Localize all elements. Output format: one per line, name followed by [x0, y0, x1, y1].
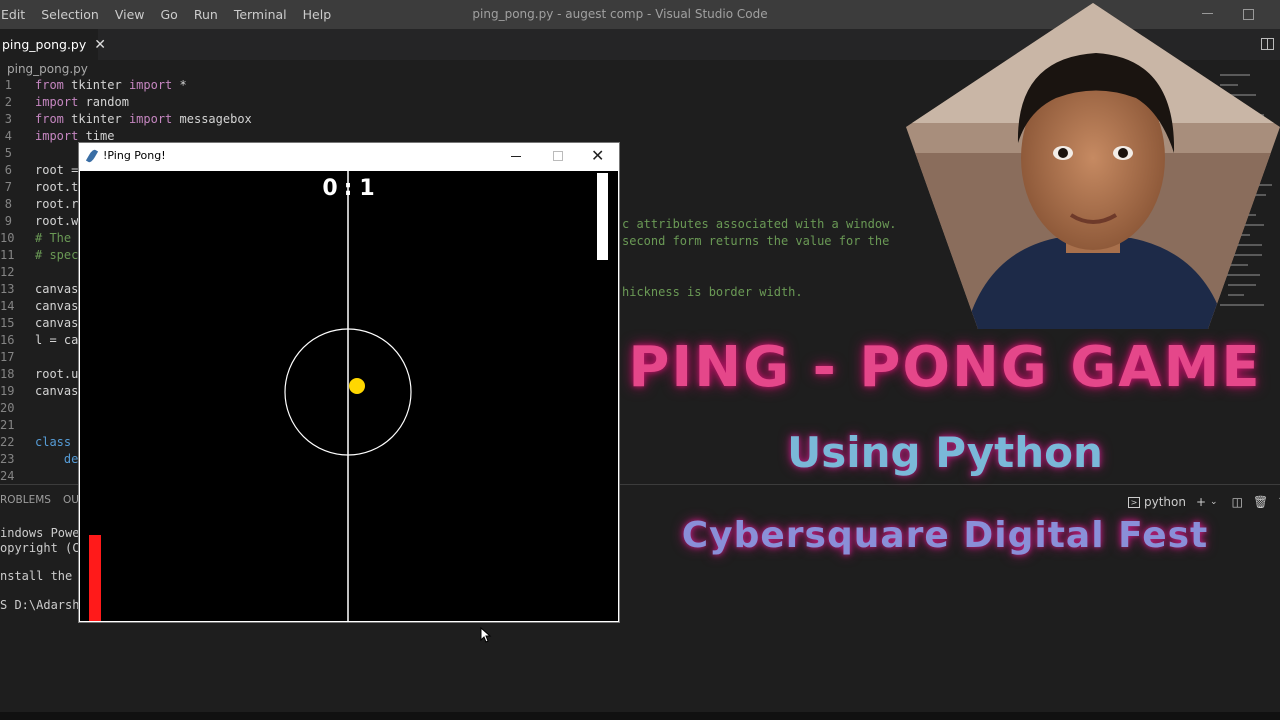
- line-number: 19: [0, 384, 15, 398]
- plus-icon[interactable]: +: [1196, 495, 1206, 509]
- mouse-cursor-icon: [480, 627, 492, 643]
- line-number: 23: [0, 452, 15, 466]
- line-number: 7: [4, 180, 12, 194]
- close-tab-icon[interactable]: ✕: [94, 37, 106, 53]
- score-left: 0: [322, 176, 337, 201]
- code-line[interactable]: canvas: [35, 316, 78, 330]
- line-number: 16: [0, 333, 15, 347]
- status-bar: [0, 712, 1280, 720]
- breadcrumb[interactable]: ping_pong.py: [7, 62, 88, 76]
- line-number: 20: [0, 401, 15, 415]
- trash-icon[interactable]: 🗑: [1253, 495, 1268, 509]
- promo-title: PING - PONG GAME: [628, 335, 1262, 400]
- code-line[interactable]: canvas: [35, 299, 78, 313]
- code-line[interactable]: canvas: [35, 282, 78, 296]
- left-paddle: [89, 535, 101, 621]
- line-number: 8: [4, 197, 12, 211]
- terminal-output[interactable]: indows Powers opyright (C) nstall the la…: [0, 526, 94, 612]
- code-line[interactable]: root.w: [35, 214, 78, 228]
- close-icon[interactable]: ✕: [591, 146, 604, 165]
- code-line[interactable]: class: [35, 435, 71, 449]
- game-field: 0 : 1: [89, 171, 608, 621]
- code-line[interactable]: # The: [35, 231, 71, 245]
- line-number: 3: [4, 112, 12, 126]
- promo-footer: Cybersquare Digital Fest: [681, 515, 1209, 556]
- line-number: 12: [0, 265, 15, 279]
- code-line[interactable]: import random: [35, 95, 129, 109]
- line-number: 9: [4, 214, 12, 228]
- code-line[interactable]: import time: [35, 129, 114, 143]
- code-comment-fragment: second form returns the value for the: [622, 234, 890, 248]
- line-number: 6: [4, 163, 12, 177]
- tab-ping-pong-py[interactable]: ping_pong.py ✕: [0, 29, 106, 60]
- code-line[interactable]: root =: [35, 163, 78, 177]
- line-number: 10: [0, 231, 15, 245]
- line-number: 11: [0, 248, 15, 262]
- game-window-titlebar[interactable]: !Ping Pong! ✕: [79, 143, 619, 171]
- line-number: 13: [0, 282, 15, 296]
- maximize-icon[interactable]: [553, 151, 563, 161]
- score-right: 1: [359, 176, 374, 201]
- tk-feather-icon: [85, 148, 99, 164]
- line-number: 4: [4, 129, 12, 143]
- line-number: 17: [0, 350, 15, 364]
- code-comment-fragment: c attributes associated with a window.: [622, 217, 897, 231]
- line-number: 1: [4, 78, 12, 92]
- code-line[interactable]: root.r: [35, 197, 78, 211]
- webcam-overlay: [906, 3, 1280, 329]
- tab-label: ping_pong.py: [2, 37, 87, 52]
- tab-problems[interactable]: ROBLEMS: [0, 494, 51, 506]
- code-line[interactable]: root.t: [35, 180, 78, 194]
- ball: [349, 378, 365, 394]
- code-line[interactable]: from tkinter import *: [35, 78, 187, 92]
- promo-subtitle: Using Python: [787, 428, 1103, 477]
- score-separator: :: [344, 176, 353, 201]
- code-line[interactable]: root.u: [35, 367, 78, 381]
- panel-toolbar: > python + ⌄ ◫ 🗑 ˄: [1128, 494, 1280, 510]
- chevron-down-icon[interactable]: ⌄: [1210, 497, 1218, 507]
- code-line[interactable]: # spec: [35, 248, 78, 262]
- game-window[interactable]: !Ping Pong! ✕ 0 : 1: [78, 142, 620, 623]
- line-number: 18: [0, 367, 15, 381]
- line-number: 2: [4, 95, 12, 109]
- line-number: 24: [0, 469, 15, 483]
- line-number: 21: [0, 418, 15, 432]
- right-paddle: [597, 173, 608, 260]
- code-line[interactable]: l = ca: [35, 333, 78, 347]
- line-number: 22: [0, 435, 15, 449]
- line-number: 15: [0, 316, 15, 330]
- split-terminal-icon[interactable]: ◫: [1232, 495, 1243, 509]
- code-line[interactable]: from tkinter import messagebox: [35, 112, 252, 126]
- code-line[interactable]: de: [35, 452, 78, 466]
- tab-output[interactable]: OU: [63, 494, 79, 506]
- minimize-icon[interactable]: [511, 156, 521, 157]
- terminal-icon: >: [1128, 496, 1140, 508]
- line-number: 14: [0, 299, 15, 313]
- shell-label[interactable]: python: [1144, 495, 1186, 509]
- game-canvas[interactable]: 0 : 1: [80, 171, 618, 621]
- terminal-line: S D:\Adarsh\: [0, 598, 87, 612]
- code-comment-fragment: hickness is border width.: [622, 285, 803, 299]
- terminal-line: opyright (C): [0, 541, 87, 555]
- code-line[interactable]: canvas: [35, 384, 78, 398]
- game-window-title: !Ping Pong!: [103, 149, 166, 162]
- line-number: 5: [4, 146, 12, 160]
